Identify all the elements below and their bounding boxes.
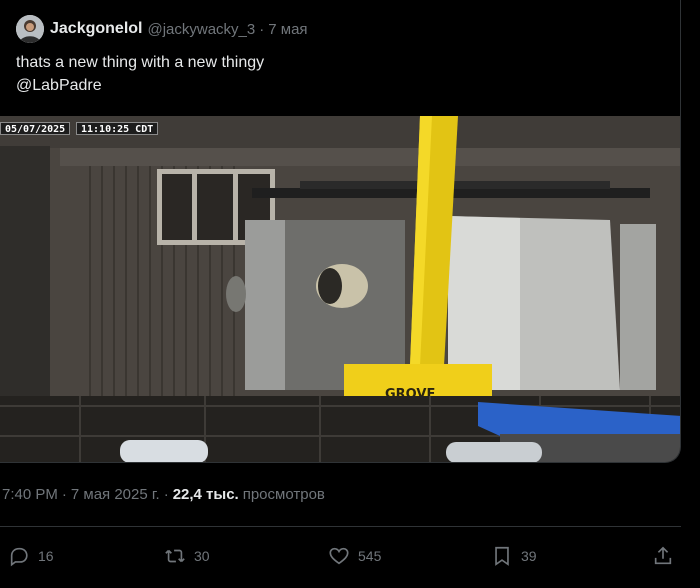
reply-icon [10,547,28,567]
video-date-stamp: 05/07/2025 [0,122,71,135]
tweet-time[interactable]: 7:40 PM [2,486,58,503]
retweet-count: 30 [194,548,210,564]
author-name[interactable]: Jackgonelol [50,20,142,38]
video-time-stamp: 11:10:25 CDT [76,122,159,135]
meta-dot: · [61,486,67,503]
tweet-meta: 7:40 PM · 7 мая 2025 г. · 22,4 тыс. прос… [2,486,325,503]
like-button[interactable]: 545 [328,542,381,570]
share-button[interactable] [652,542,682,570]
share-icon [654,546,672,565]
views-label: просмотров [242,486,325,503]
like-icon [329,547,349,565]
author-handle[interactable]: @jackywacky_3 [147,21,255,38]
divider [0,526,681,527]
bookmark-button[interactable]: 39 [491,542,537,570]
quoted-tweet-text: thats a new thing with a new thingy @Lab… [16,51,656,97]
quoted-tweet-card[interactable]: Jackgonelol @jackywacky_3 · 7 мая thats … [0,0,681,463]
quoted-tweet-header: Jackgonelol @jackywacky_3 · 7 мая [16,15,308,43]
header-separator: · [259,20,265,38]
tweet-text-line: thats a new thing with a new thingy [16,54,265,71]
tweet-actions-bar: 16 30 545 39 [0,542,681,570]
bookmark-icon [495,546,509,566]
media-scene: GROVE [0,116,680,462]
reply-count: 16 [38,548,54,564]
like-count: 545 [358,548,382,564]
quoted-tweet-date[interactable]: 7 мая [268,21,307,38]
mention-link[interactable]: @LabPadre [16,74,656,97]
tweet-date[interactable]: 7 мая 2025 г. [71,486,160,503]
tweet-media-image[interactable]: GROVE 05/07/2025 11:10:25 CDT [0,116,680,462]
bookmark-count: 39 [521,548,537,564]
reply-button[interactable]: 16 [8,542,54,570]
author-avatar[interactable] [16,15,44,43]
views-count: 22,4 тыс. [172,486,239,503]
meta-dot-2: · [163,486,169,503]
retweet-icon [165,549,185,563]
retweet-button[interactable]: 30 [164,542,210,570]
